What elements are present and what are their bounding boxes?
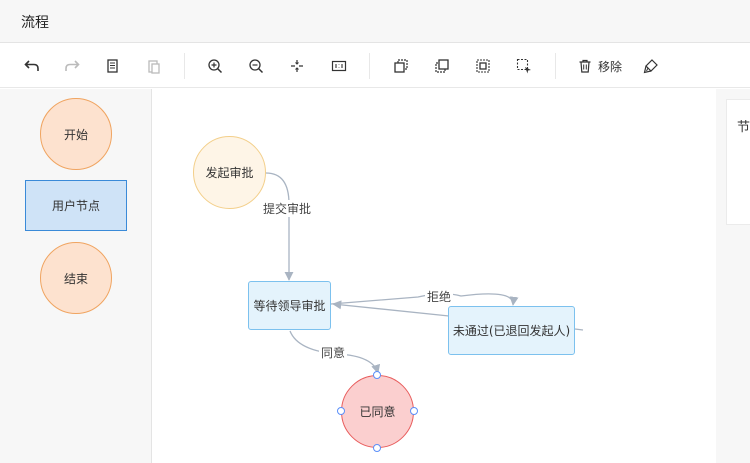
properties-sidebar: 节	[716, 89, 750, 463]
undo-icon	[24, 60, 39, 71]
toolbar-divider	[184, 53, 185, 79]
zoom-in-icon	[208, 59, 223, 74]
title-bar: 流程	[0, 0, 750, 43]
actual-size-icon	[331, 60, 347, 72]
palette-item-end[interactable]: 结束	[40, 242, 112, 314]
undo-button[interactable]	[20, 54, 44, 78]
node-label: 已同意	[359, 405, 396, 419]
palette-item-start[interactable]: 开始	[40, 98, 112, 170]
resize-handle-bottom[interactable]	[373, 444, 381, 452]
redo-icon	[65, 60, 80, 71]
palette-item-label: 结束	[63, 271, 88, 286]
to-back-button[interactable]	[389, 54, 413, 78]
palette-item-label: 用户节点	[51, 199, 100, 213]
page-title: 流程	[21, 15, 49, 31]
node-rejected[interactable]: 未通过(已退回发起人)	[448, 306, 575, 355]
resize-handle-right[interactable]	[410, 407, 418, 415]
edge-label-submit[interactable]: 提交审批	[261, 200, 314, 217]
node-label: 发起审批	[205, 166, 254, 180]
to-back-icon	[394, 59, 408, 73]
node-label: 等待领导审批	[253, 299, 326, 313]
node-approved[interactable]: 已同意	[341, 375, 414, 448]
flow-canvas[interactable]: 发起审批 等待领导审批 未通过(已退回发起人) 已同意 提交审批 拒绝 同意	[153, 89, 716, 463]
copy-button[interactable]	[101, 54, 125, 78]
marquee-select-button[interactable]	[512, 54, 536, 78]
paste-icon	[148, 60, 160, 74]
copy-icon	[107, 59, 118, 73]
actual-size-button[interactable]	[327, 54, 351, 78]
to-front-button[interactable]	[430, 54, 454, 78]
to-front-icon	[435, 59, 449, 73]
toolbar: 移除	[0, 44, 750, 88]
edge-return[interactable]	[332, 300, 450, 317]
format-brush-icon	[643, 59, 658, 74]
palette-item-label: 开始	[63, 127, 88, 142]
node-leader-approval[interactable]: 等待领导审批	[248, 281, 331, 330]
edge-reject[interactable]	[330, 293, 519, 306]
format-brush-button[interactable]	[639, 54, 663, 78]
redo-button[interactable]	[60, 54, 84, 78]
edge-stub[interactable]	[574, 328, 584, 331]
node-label: 未通过(已退回发起人)	[452, 324, 571, 338]
zoom-out-icon	[249, 59, 264, 74]
paste-button[interactable]	[142, 54, 166, 78]
resize-handle-left[interactable]	[337, 407, 345, 415]
trash-icon	[579, 59, 591, 73]
edge-label-approve[interactable]: 同意	[319, 344, 348, 361]
remove-button[interactable]: 移除	[578, 54, 622, 78]
toolbar-divider	[555, 53, 556, 79]
zoom-in-button[interactable]	[203, 54, 227, 78]
fit-view-button[interactable]	[285, 54, 309, 78]
palette-item-user-node[interactable]: 用户节点	[25, 180, 127, 231]
remove-button-label: 移除	[598, 59, 623, 74]
zoom-out-button[interactable]	[244, 54, 268, 78]
node-palette: 开始 用户节点 结束	[0, 89, 152, 463]
multi-select-icon	[476, 59, 490, 73]
edge-label-reject[interactable]: 拒绝	[425, 288, 454, 305]
fit-view-icon	[291, 60, 303, 72]
node-start-approval[interactable]: 发起审批	[193, 136, 266, 209]
multi-select-button[interactable]	[471, 54, 495, 78]
properties-panel: 节	[726, 99, 750, 225]
toolbar-divider	[369, 53, 370, 79]
marquee-select-icon	[516, 58, 531, 74]
properties-title: 节	[737, 120, 750, 135]
edge-submit[interactable]	[265, 172, 294, 281]
resize-handle-top[interactable]	[373, 371, 381, 379]
